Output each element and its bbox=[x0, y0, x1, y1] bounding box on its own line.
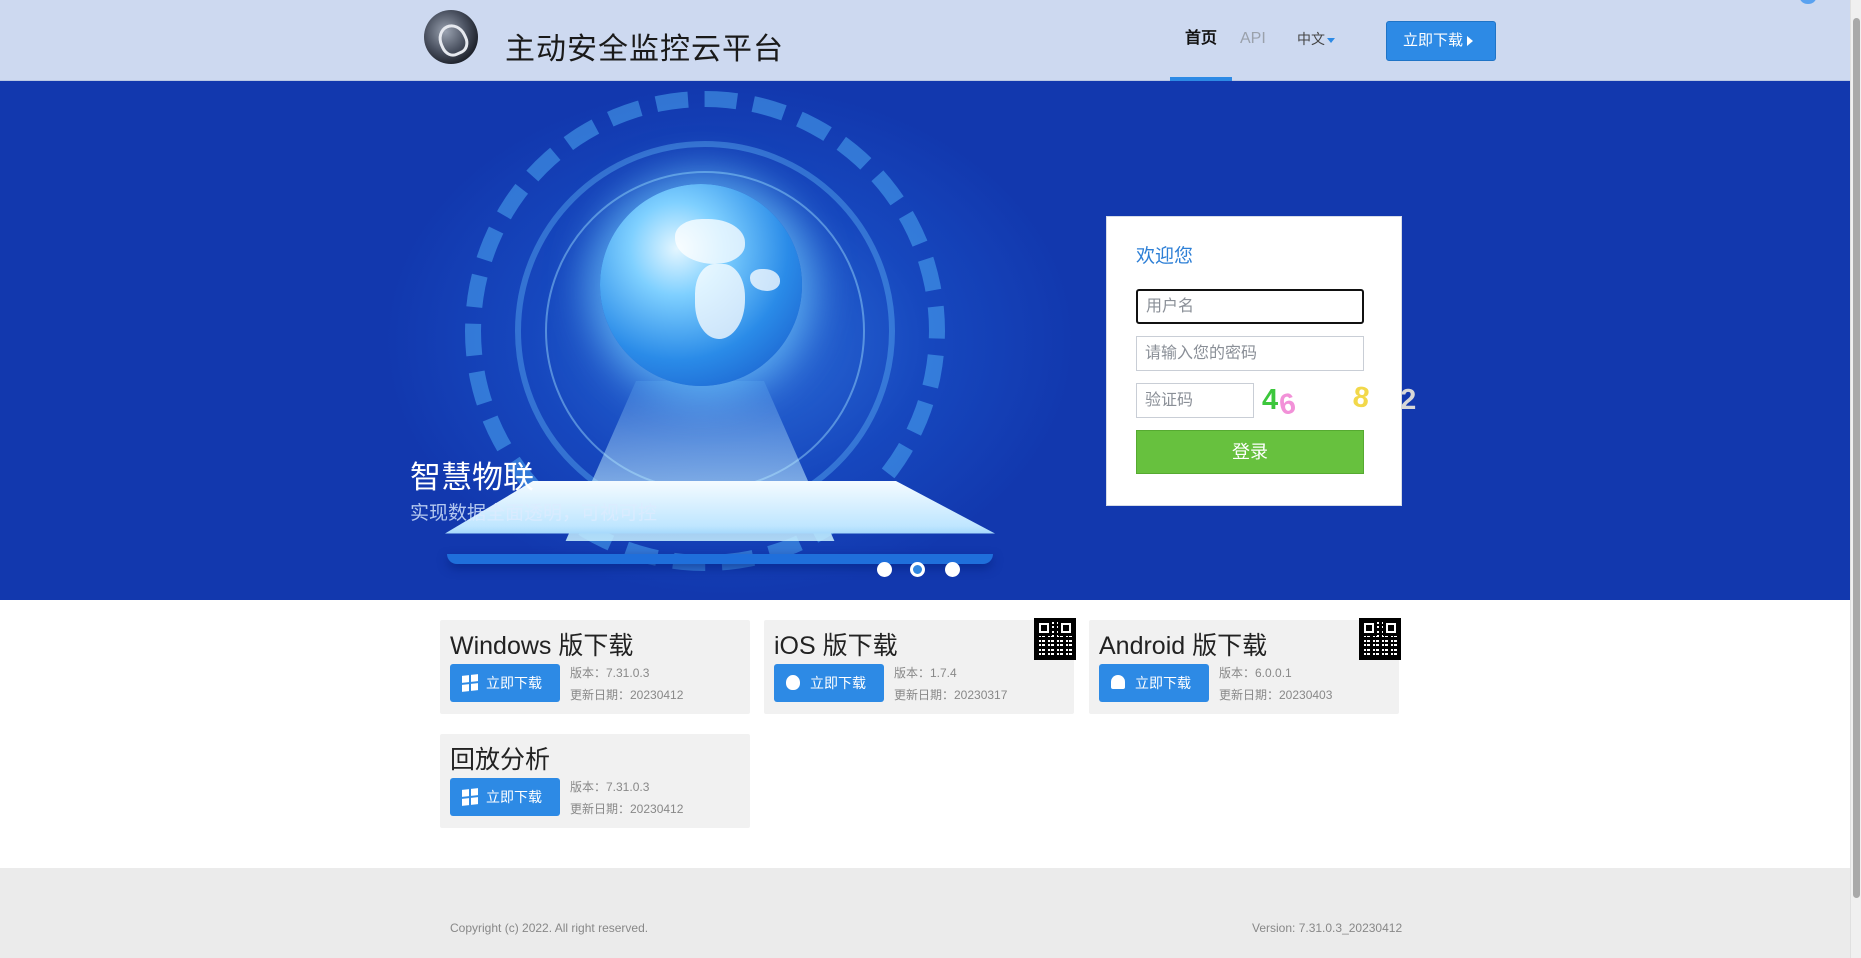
download-button-label: 立即下载 bbox=[1135, 675, 1191, 691]
download-button-label: 立即下载 bbox=[486, 789, 542, 805]
banner-slogan: 智慧物联 bbox=[410, 460, 534, 495]
card-title: Windows 版下载 bbox=[450, 632, 634, 660]
version-footer-text: Version: 7.31.0.3_20230412 bbox=[1252, 921, 1403, 935]
download-button-ios[interactable]: 立即下载 bbox=[774, 664, 884, 702]
copyright-text: Copyright (c) 2022. All right reserved. bbox=[450, 921, 649, 935]
download-card-windows: Windows 版下载 立即下载 版本：7.31.0.3 更新日期：202304… bbox=[440, 620, 750, 714]
login-button[interactable]: 登录 bbox=[1136, 430, 1364, 474]
carousel-dot-1[interactable] bbox=[877, 562, 892, 577]
header-download-label: 立即下载 bbox=[1403, 32, 1464, 49]
banner-sub-slogan: 实现数据全面透明，可视可控 bbox=[410, 503, 658, 524]
version-text: 版本：7.31.0.3 bbox=[570, 780, 650, 794]
globe-illustration bbox=[600, 184, 802, 386]
brand-logo[interactable] bbox=[424, 10, 478, 64]
nav-home[interactable]: 首页 bbox=[1170, 0, 1232, 81]
header-download-button[interactable]: 立即下载 bbox=[1386, 21, 1496, 61]
continent-arabia bbox=[750, 269, 780, 291]
login-panel: 欢迎您 4682 登录 bbox=[1106, 216, 1416, 506]
version-text: 版本：1.7.4 bbox=[894, 666, 957, 680]
carousel-dot-2[interactable] bbox=[910, 562, 925, 577]
nav-api[interactable]: API bbox=[1240, 0, 1266, 81]
page-footer bbox=[0, 868, 1850, 958]
qr-code-android bbox=[1359, 618, 1401, 660]
language-dropdown[interactable]: 中文 bbox=[1297, 0, 1335, 81]
download-card-ios: iOS 版下载 立即下载 版本：1.7.4 更新日期：20230317 bbox=[764, 618, 1076, 714]
download-button-playback[interactable]: 立即下载 bbox=[450, 778, 560, 816]
continent-africa bbox=[695, 264, 745, 339]
android-icon bbox=[1111, 675, 1125, 689]
captcha-input[interactable] bbox=[1136, 383, 1254, 418]
windows-icon bbox=[462, 788, 478, 806]
language-label: 中文 bbox=[1297, 31, 1325, 47]
card-title: 回放分析 bbox=[450, 746, 551, 774]
carousel-dot-3[interactable] bbox=[945, 562, 960, 577]
apple-icon bbox=[786, 675, 800, 690]
download-card-android: Android 版下载 立即下载 版本：6.0.0.1 更新日期：2023040… bbox=[1089, 618, 1401, 714]
update-date-text: 更新日期：20230412 bbox=[570, 688, 684, 702]
download-card-playback: 回放分析 立即下载 版本：7.31.0.3 更新日期：20230412 bbox=[440, 734, 750, 828]
password-input[interactable] bbox=[1136, 336, 1364, 371]
update-date-text: 更新日期：20230412 bbox=[570, 802, 684, 816]
version-text: 版本：7.31.0.3 bbox=[570, 666, 650, 680]
captcha-char: 2 bbox=[1400, 384, 1419, 416]
hero-banner bbox=[0, 81, 1850, 600]
update-date-text: 更新日期：20230403 bbox=[1219, 688, 1333, 702]
vertical-scrollbar[interactable] bbox=[1850, 0, 1861, 958]
download-button-label: 立即下载 bbox=[486, 675, 542, 691]
play-arrow-icon bbox=[1467, 36, 1473, 46]
login-title: 欢迎您 bbox=[1136, 246, 1194, 267]
update-date-text: 更新日期：20230317 bbox=[894, 688, 1008, 702]
caret-down-icon bbox=[1327, 37, 1335, 43]
username-input[interactable] bbox=[1136, 289, 1364, 324]
download-button-label: 立即下载 bbox=[810, 675, 866, 691]
card-title: Android 版下载 bbox=[1099, 632, 1268, 660]
download-button-windows[interactable]: 立即下载 bbox=[450, 664, 560, 702]
captcha-char: 6 bbox=[1276, 387, 1301, 422]
site-title: 主动安全监控云平台 bbox=[505, 33, 784, 66]
windows-icon bbox=[462, 674, 478, 692]
continent-europe bbox=[675, 219, 745, 264]
page-root: 主动安全监控云平台 首页 API 中文 立即下载 智慧物联 实现数据全面透明，可… bbox=[0, 0, 1861, 958]
qr-code-ios bbox=[1034, 618, 1076, 660]
captcha-image[interactable]: 46 8 2 bbox=[1262, 381, 1416, 422]
top-header: 主动安全监控云平台 首页 API 中文 立即下载 bbox=[0, 0, 1850, 81]
card-title: iOS 版下载 bbox=[774, 632, 898, 660]
download-button-android[interactable]: 立即下载 bbox=[1099, 664, 1209, 702]
version-text: 版本：6.0.0.1 bbox=[1219, 666, 1292, 680]
scrollbar-thumb[interactable] bbox=[1853, 18, 1860, 898]
tablet-base bbox=[447, 554, 993, 564]
